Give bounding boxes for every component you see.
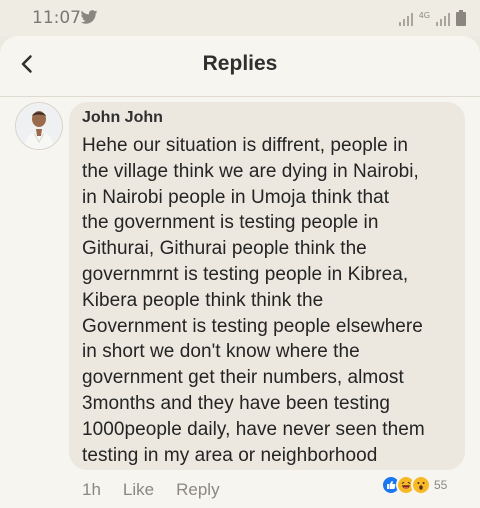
comment-author[interactable]: John John: [82, 109, 163, 127]
status-time: 11:07: [32, 8, 81, 28]
comment-text-line: in Nairobi people in Umoja think that: [82, 186, 390, 208]
profile-photo-icon: [16, 103, 62, 149]
comment-text-line: Hehe our situation is diffrent, people i…: [82, 135, 408, 156]
comment-text-line: government get their numbers, almost: [82, 367, 404, 389]
twitter-icon: [80, 10, 98, 24]
avatar[interactable]: [15, 102, 63, 150]
reaction-count: 55: [434, 478, 448, 492]
replies-panel: Replies John John Hehe our situation is …: [0, 36, 480, 508]
comment-text-line: the village think we are dying in Nairob…: [82, 160, 419, 182]
comment-text-line: Kibera people think think the: [82, 289, 324, 311]
comment-text-line: 1000people daily, have never seen them: [82, 418, 425, 440]
comment-text-line: Government is testing people elsewhere: [82, 315, 423, 337]
status-bar: 11:07 4G: [0, 0, 480, 36]
comment-text-line: the government is testing people in: [82, 212, 379, 234]
battery-icon: [456, 10, 466, 26]
screen: 11:07 4G Replies John John Hehe our situ…: [0, 0, 480, 508]
status-icons: 4G: [398, 10, 466, 26]
comment-text-line: governmrnt is testing people in Kibrea,: [82, 263, 409, 285]
comment-time: 1h: [82, 480, 101, 499]
comment-bubble: John John Hehe our situation is diffrent…: [69, 102, 465, 470]
comment-actions: 1h Like Reply: [82, 480, 220, 500]
comment-text: Hehe our situation is diffrent, people i…: [82, 133, 457, 468]
secondary-signal-icon: [436, 12, 450, 26]
reaction-summary[interactable]: 55: [381, 473, 451, 497]
page-title: Replies: [202, 52, 278, 75]
signal-strength-icon: [398, 12, 413, 26]
comment-text-line: Githurai, Githurai people think the: [82, 238, 367, 260]
reply-button[interactable]: Reply: [176, 480, 219, 500]
like-button[interactable]: Like: [123, 480, 154, 500]
comment-text-line: 3months and they have been testing: [82, 392, 391, 414]
replies-header: Replies: [0, 36, 480, 96]
comment-text-line: in short we don't know where the: [82, 341, 360, 363]
header-divider: [0, 96, 480, 97]
comment-text-line: testing in my area or neighborhood: [82, 444, 378, 466]
network-type-label: 4G: [418, 11, 430, 20]
wow-reaction-icon: [411, 475, 431, 495]
